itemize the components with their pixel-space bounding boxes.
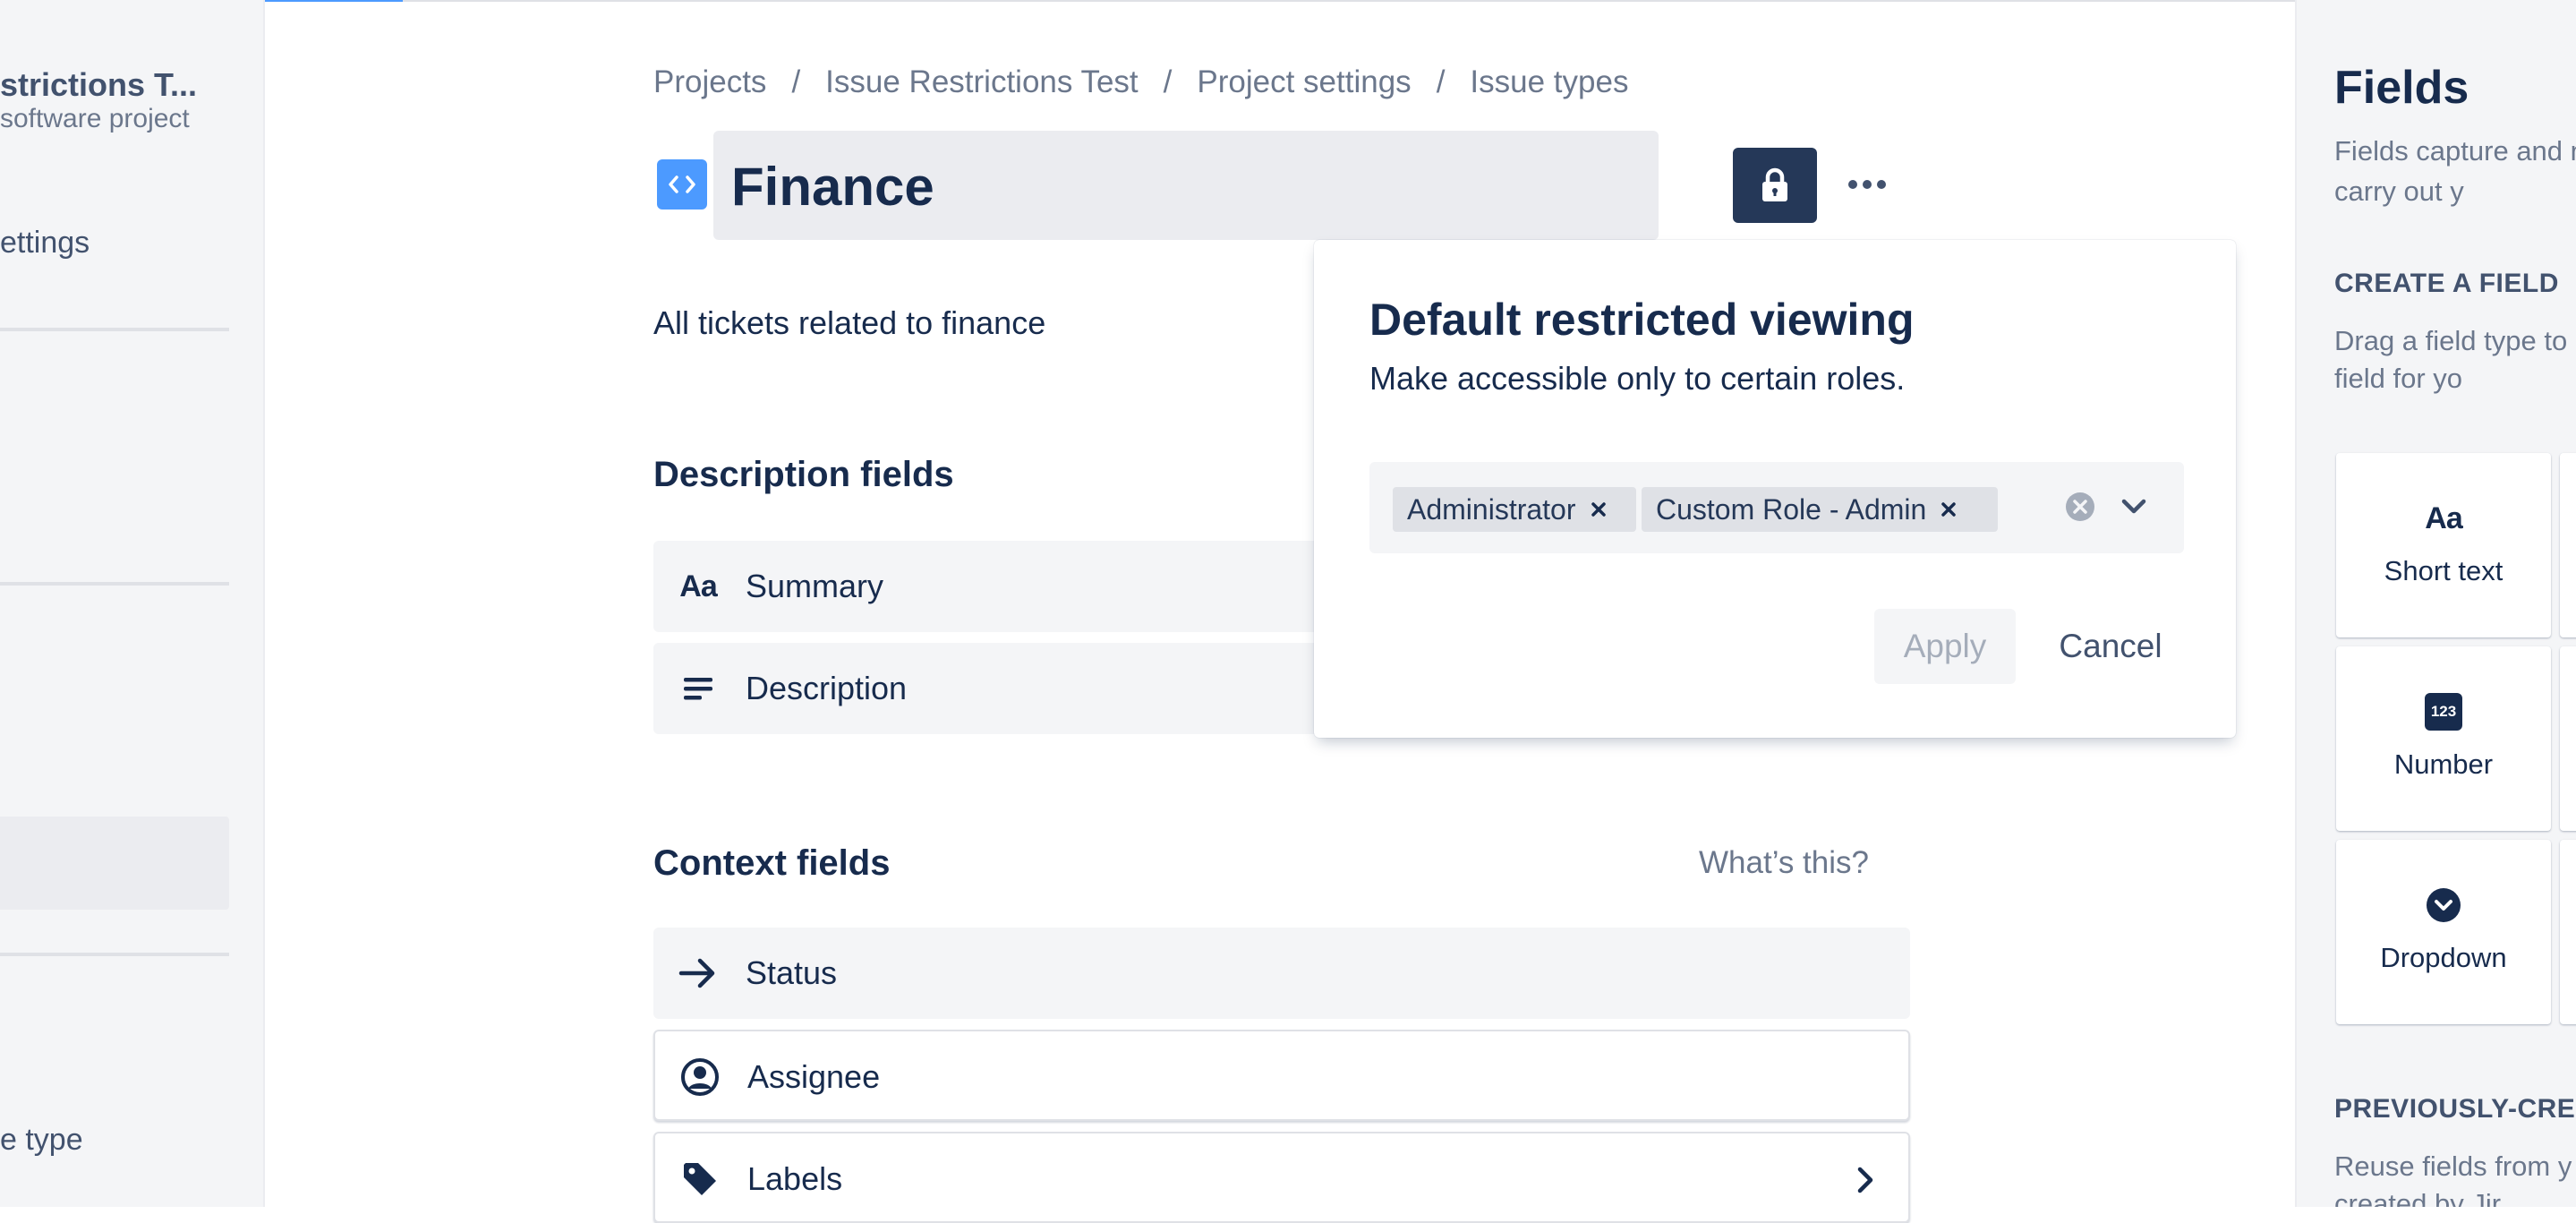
- clear-selection-icon[interactable]: [2064, 491, 2096, 523]
- sidebar-project-name[interactable]: strictions T...: [0, 66, 197, 104]
- field-label: Description: [746, 670, 908, 706]
- field-row-assignee[interactable]: Assignee: [653, 1030, 1910, 1121]
- lock-icon: [1762, 167, 1787, 201]
- description-fields-heading: Description fields: [653, 455, 954, 494]
- sidebar-project-type: software project: [0, 104, 190, 133]
- field-type-card-short-text[interactable]: Aa Short text: [2336, 453, 2551, 637]
- paragraph-icon: [677, 667, 720, 710]
- arrow-right-icon: [677, 952, 720, 995]
- sidebar-divider: [0, 953, 229, 956]
- field-type-card-number[interactable]: 123 Number: [2336, 646, 2551, 831]
- sidebar-divider: [0, 328, 229, 331]
- issue-type-description[interactable]: All tickets related to finance: [653, 304, 1045, 342]
- breadcrumb-project-settings[interactable]: Project settings: [1197, 64, 1411, 100]
- fields-panel: Fields Fields capture and need to carry …: [2295, 0, 2576, 1207]
- field-type-card[interactable]: [2560, 646, 2576, 831]
- role-tag: Administrator: [1393, 487, 1636, 532]
- field-type-label: Number: [2393, 748, 2494, 780]
- fields-panel-description: Fields capture and need to carry out y: [2334, 135, 2576, 207]
- apply-button[interactable]: Apply: [1874, 609, 2016, 684]
- chevron-down-icon[interactable]: [2116, 489, 2152, 525]
- left-sidebar: strictions T... software project ettings…: [0, 0, 265, 1207]
- issue-type-icon[interactable]: [657, 159, 707, 210]
- field-type-label: Dropdown: [2380, 942, 2507, 973]
- field-row-status[interactable]: Status: [653, 928, 1910, 1019]
- popup-subtitle: Make accessible only to certain roles.: [1369, 360, 1906, 397]
- sidebar-item-issue-type[interactable]: e type: [0, 1123, 83, 1158]
- role-tag-label: Custom Role - Admin: [1656, 492, 1927, 526]
- breadcrumb-issue-types[interactable]: Issue types: [1470, 64, 1628, 100]
- restricted-viewing-popup: Default restricted viewing Make accessib…: [1314, 240, 2236, 738]
- field-type-card[interactable]: [2560, 453, 2576, 637]
- context-fields-heading: Context fields: [653, 843, 891, 883]
- roles-select[interactable]: Administrator Custom Role - Admin: [1369, 462, 2184, 553]
- dropdown-icon: [2336, 885, 2551, 926]
- issue-type-name-field[interactable]: Finance: [713, 131, 1659, 240]
- field-row-labels[interactable]: Labels: [653, 1132, 1910, 1223]
- field-label: Status: [746, 954, 838, 991]
- chevron-right-icon[interactable]: [1847, 1162, 1883, 1198]
- field-type-label: Short text: [2384, 555, 2503, 586]
- code-icon: [669, 175, 695, 193]
- tag-icon: [678, 1158, 721, 1201]
- field-label: Labels: [747, 1160, 843, 1197]
- sidebar-item-selected[interactable]: [0, 817, 229, 910]
- field-label: Summary: [746, 568, 884, 604]
- more-icon: [1846, 177, 1889, 193]
- text-icon: Aa: [2425, 500, 2462, 535]
- more-actions-button[interactable]: [1838, 161, 1896, 210]
- breadcrumb: Projects / Issue Restrictions Test / Project…: [653, 64, 1629, 100]
- sidebar-item-settings[interactable]: ettings: [0, 226, 90, 261]
- popup-title: Default restricted viewing: [1369, 295, 1915, 345]
- role-tag-label: Administrator: [1407, 492, 1576, 526]
- previously-created-heading: PREVIOUSLY-CRE: [2334, 1094, 2576, 1124]
- field-label: Assignee: [747, 1058, 881, 1095]
- role-tag: Custom Role - Admin: [1642, 487, 1998, 532]
- number-icon: 123: [2336, 691, 2551, 732]
- create-field-heading: CREATE A FIELD: [2334, 269, 2559, 298]
- field-type-card-dropdown[interactable]: Dropdown: [2336, 840, 2551, 1024]
- sidebar-divider: [0, 582, 229, 586]
- remove-tag-icon[interactable]: [1576, 487, 1621, 532]
- breadcrumb-projects[interactable]: Projects: [653, 64, 766, 100]
- previously-created-description: Reuse fields from y field created by Jir: [2334, 1150, 2576, 1207]
- text-icon: Aa: [679, 569, 717, 603]
- restrict-viewing-button[interactable]: [1733, 148, 1817, 223]
- create-field-description: Drag a field type to custom field for yo: [2334, 325, 2576, 394]
- number-badge: 123: [2425, 693, 2462, 731]
- remove-tag-icon[interactable]: [1926, 487, 1971, 532]
- breadcrumb-project[interactable]: Issue Restrictions Test: [825, 64, 1139, 100]
- field-type-card[interactable]: [2560, 840, 2576, 1024]
- fields-panel-title: Fields: [2334, 62, 2469, 114]
- user-avatar-icon: [678, 1056, 721, 1099]
- issue-type-name: Finance: [731, 157, 934, 217]
- cancel-button[interactable]: Cancel: [2034, 609, 2188, 684]
- whats-this-link[interactable]: What’s this?: [1699, 845, 1869, 881]
